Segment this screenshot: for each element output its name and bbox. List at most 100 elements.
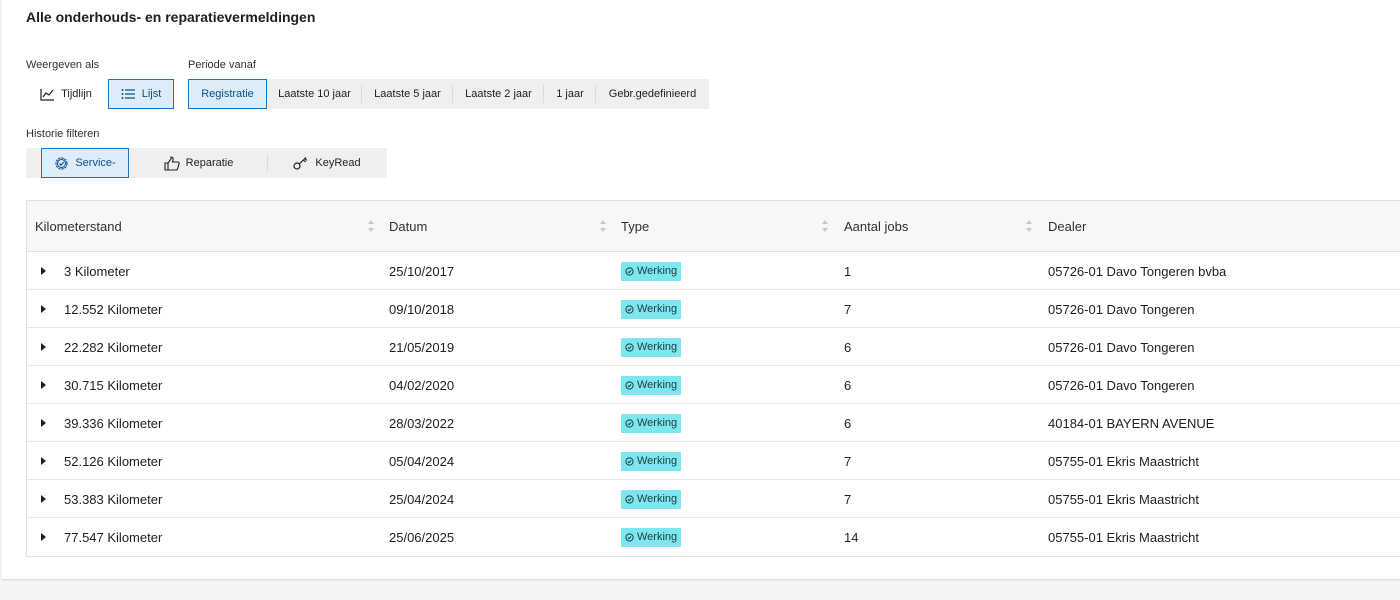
cell-kilometerstand: 77.547 Kilometer	[64, 529, 163, 545]
type-badge: Werking	[621, 489, 682, 509]
page-footer-strip	[0, 581, 1400, 600]
column-header-kilometerstand[interactable]: Kilometerstand	[35, 201, 122, 252]
cell-datum: 28/03/2022	[389, 415, 455, 431]
expand-row-icon[interactable]	[41, 533, 46, 541]
type-badge-label: Werking	[637, 493, 678, 505]
expand-row-icon[interactable]	[41, 267, 46, 275]
table-row[interactable]: 77.547 Kilometer 25/06/2025 Werking 14 0…	[27, 518, 1400, 556]
view-timeline-button[interactable]: Tijdlijn	[26, 79, 106, 109]
key-icon	[293, 156, 309, 170]
line-chart-icon	[40, 88, 55, 101]
expand-row-icon[interactable]	[41, 305, 46, 313]
view-list-label: Lijst	[141, 88, 162, 100]
expand-row-icon[interactable]	[41, 419, 46, 427]
view-list-button[interactable]: Lijst	[108, 79, 174, 109]
period-1y-label: 1 jaar	[556, 88, 584, 100]
expand-row-icon[interactable]	[41, 381, 46, 389]
check-circle-icon	[625, 532, 634, 542]
type-badge: Werking	[621, 375, 682, 395]
cell-type: Werking	[621, 366, 682, 404]
cell-datum: 05/04/2024	[389, 453, 455, 469]
cell-datum: 21/05/2019	[389, 339, 455, 355]
check-circle-icon	[625, 494, 634, 504]
period-registratie-label: Registratie	[201, 88, 254, 100]
cell-type: Werking	[621, 404, 682, 442]
table-row[interactable]: 39.336 Kilometer 28/03/2022 Werking 6 40…	[27, 404, 1400, 442]
period-5y-label: Laatste 5 jaar	[374, 88, 441, 100]
cell-aantal-jobs: 7	[844, 301, 852, 317]
cell-dealer: 40184-01 BAYERN AVENUE	[1048, 415, 1215, 431]
table-row[interactable]: 12.552 Kilometer 09/10/2018 Werking 7 05…	[27, 290, 1400, 328]
service-gear-icon	[54, 156, 69, 171]
type-badge: Werking	[621, 299, 682, 319]
cell-datum: 09/10/2018	[389, 301, 455, 317]
check-circle-icon	[625, 418, 634, 428]
cell-kilometerstand: 22.282 Kilometer	[64, 339, 163, 355]
table-row[interactable]: 22.282 Kilometer 21/05/2019 Werking 6 05…	[27, 328, 1400, 366]
cell-dealer: 05726-01 Davo Tongeren	[1048, 377, 1195, 393]
maintenance-history-card: Alle onderhouds- en reparatievermeldinge…	[2, 0, 1400, 580]
page-title: Alle onderhouds- en reparatievermeldinge…	[26, 9, 316, 25]
period-10y-button[interactable]: Laatste 10 jaar	[267, 79, 362, 109]
period-1y-button[interactable]: 1 jaar	[544, 79, 596, 109]
check-circle-icon	[625, 380, 634, 390]
cell-kilometerstand: 12.552 Kilometer	[64, 301, 163, 317]
period-2y-label: Laatste 2 jaar	[465, 88, 532, 100]
check-circle-icon	[625, 266, 634, 276]
column-header-aantal-jobs[interactable]: Aantal jobs	[844, 201, 908, 252]
type-badge-label: Werking	[637, 341, 678, 353]
expand-row-icon[interactable]	[41, 457, 46, 465]
table-row[interactable]: 30.715 Kilometer 04/02/2020 Werking 6 05…	[27, 366, 1400, 404]
cell-type: Werking	[621, 480, 682, 518]
table-row[interactable]: 52.126 Kilometer 05/04/2024 Werking 7 05…	[27, 442, 1400, 480]
cell-dealer: 05755-01 Ekris Maastricht	[1048, 491, 1200, 507]
sort-icon[interactable]	[599, 220, 607, 232]
history-table: Kilometerstand Datum Type Aantal jobs De…	[26, 200, 1400, 557]
period-5y-button[interactable]: Laatste 5 jaar	[362, 79, 453, 109]
cell-dealer: 05726-01 Davo Tongeren bvba	[1048, 263, 1227, 279]
filter-keyread-button[interactable]: KeyRead	[268, 148, 386, 178]
cell-kilometerstand: 53.383 Kilometer	[64, 491, 163, 507]
cell-aantal-jobs: 14	[844, 529, 859, 545]
cell-aantal-jobs: 6	[844, 415, 852, 431]
cell-dealer: 05726-01 Davo Tongeren	[1048, 339, 1195, 355]
period-2y-button[interactable]: Laatste 2 jaar	[453, 79, 544, 109]
view-timeline-label: Tijdlijn	[61, 88, 92, 100]
sort-icon[interactable]	[367, 220, 375, 232]
cell-kilometerstand: 39.336 Kilometer	[64, 415, 163, 431]
cell-datum: 25/06/2025	[389, 529, 455, 545]
expand-row-icon[interactable]	[41, 343, 46, 351]
history-filter-label: Historie filteren	[26, 128, 100, 140]
thumbs-up-icon	[164, 155, 180, 171]
cell-type: Werking	[621, 518, 682, 556]
cell-aantal-jobs: 6	[844, 339, 852, 355]
type-badge: Werking	[621, 527, 682, 547]
type-badge-label: Werking	[637, 379, 678, 391]
cell-type: Werking	[621, 290, 682, 328]
cell-aantal-jobs: 7	[844, 491, 852, 507]
cell-type: Werking	[621, 252, 682, 290]
type-badge: Werking	[621, 337, 682, 357]
sort-icon[interactable]	[1025, 220, 1033, 232]
table-row[interactable]: 53.383 Kilometer 25/04/2024 Werking 7 05…	[27, 480, 1400, 518]
column-header-dealer[interactable]: Dealer	[1048, 201, 1086, 252]
column-header-datum[interactable]: Datum	[389, 201, 427, 252]
period-registratie-button[interactable]: Registratie	[188, 79, 267, 109]
type-badge-label: Werking	[637, 455, 678, 467]
sort-icon[interactable]	[821, 220, 829, 232]
column-header-type[interactable]: Type	[621, 201, 649, 252]
period-custom-button[interactable]: Gebr.gedefinieerd	[596, 79, 709, 109]
check-circle-icon	[625, 342, 634, 352]
filter-reparatie-label: Reparatie	[185, 157, 234, 169]
cell-aantal-jobs: 7	[844, 453, 852, 469]
cell-datum: 25/10/2017	[389, 263, 455, 279]
list-icon	[121, 88, 136, 100]
table-row[interactable]: 3 Kilometer 25/10/2017 Werking 1 05726-0…	[27, 252, 1400, 290]
cell-kilometerstand: 52.126 Kilometer	[64, 453, 163, 469]
expand-row-icon[interactable]	[41, 495, 46, 503]
type-badge-label: Werking	[637, 531, 678, 543]
type-badge: Werking	[621, 261, 682, 281]
filter-reparatie-button[interactable]: Reparatie	[129, 148, 268, 178]
filter-service-button[interactable]: Service-	[41, 148, 129, 178]
type-badge: Werking	[621, 413, 682, 433]
